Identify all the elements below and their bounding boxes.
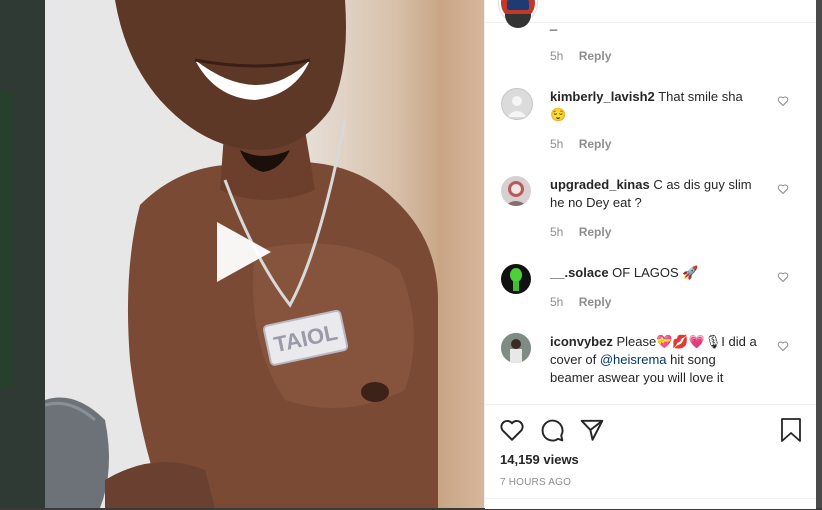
mention-link[interactable]: @heisrema <box>600 352 667 367</box>
comment-text: upgraded_kinas C as dis guy slim he no D… <box>550 176 760 212</box>
comments-panel: _ 5h Reply kimberly_lavish2 That smile s… <box>484 0 816 509</box>
comment-meta: 5h Reply <box>550 137 611 151</box>
post-header <box>485 0 816 23</box>
comment-text: _ <box>550 16 558 31</box>
post-actions: 14,159 views 7 HOURS AGO <box>485 404 816 509</box>
comment-username[interactable]: iconvybez <box>550 334 613 349</box>
small-heart-icon[interactable] <box>777 183 789 195</box>
comment-text: iconvybez Please💝💋💗🎙I did a cover of @he… <box>550 333 760 387</box>
avatar[interactable] <box>501 88 533 120</box>
comment-meta: 5h Reply <box>550 295 611 309</box>
comment-meta: 5h Reply <box>550 225 611 239</box>
reply-button[interactable]: Reply <box>579 295 612 309</box>
page-backdrop-right <box>815 0 822 508</box>
comment-text: kimberly_lavish2 That smile sha 😌 <box>550 88 760 124</box>
bookmark-icon[interactable] <box>779 417 803 443</box>
page-backdrop-left <box>0 0 45 508</box>
comment-time: 5h <box>550 295 564 309</box>
comment-username[interactable]: kimberly_lavish2 <box>550 89 655 104</box>
comment-time: 5h <box>550 225 564 239</box>
reply-button[interactable]: Reply <box>579 49 612 63</box>
post-timestamp[interactable]: 7 HOURS AGO <box>500 477 571 488</box>
small-heart-icon[interactable] <box>777 271 789 283</box>
reply-button[interactable]: Reply <box>579 225 612 239</box>
video-edge <box>438 0 484 508</box>
small-heart-icon[interactable] <box>777 340 789 352</box>
comment-time: 5h <box>550 49 564 63</box>
comment-time: 5h <box>550 137 564 151</box>
avatar[interactable] <box>501 333 531 363</box>
comment-username[interactable]: __.solace <box>550 265 609 280</box>
comment-username[interactable]: upgraded_kinas <box>550 177 650 192</box>
video-player[interactable]: TAIOL <box>45 0 438 508</box>
avatar[interactable] <box>501 176 531 206</box>
paper-plane-icon[interactable] <box>579 417 605 443</box>
comment-body: OF LAGOS 🚀 <box>612 265 699 280</box>
avatar[interactable] <box>505 14 531 28</box>
comment-icon[interactable] <box>539 417 565 443</box>
reply-button[interactable]: Reply <box>579 137 612 151</box>
comment-input-edge <box>485 498 816 510</box>
heart-outline-icon[interactable] <box>499 417 525 443</box>
view-count[interactable]: 14,159 views <box>500 452 579 467</box>
comment-meta: 5h Reply <box>550 49 611 63</box>
comment-text: __.solace OF LAGOS 🚀 <box>550 264 760 282</box>
play-icon[interactable] <box>211 220 275 284</box>
small-heart-icon[interactable] <box>777 95 789 107</box>
avatar[interactable] <box>501 264 531 294</box>
